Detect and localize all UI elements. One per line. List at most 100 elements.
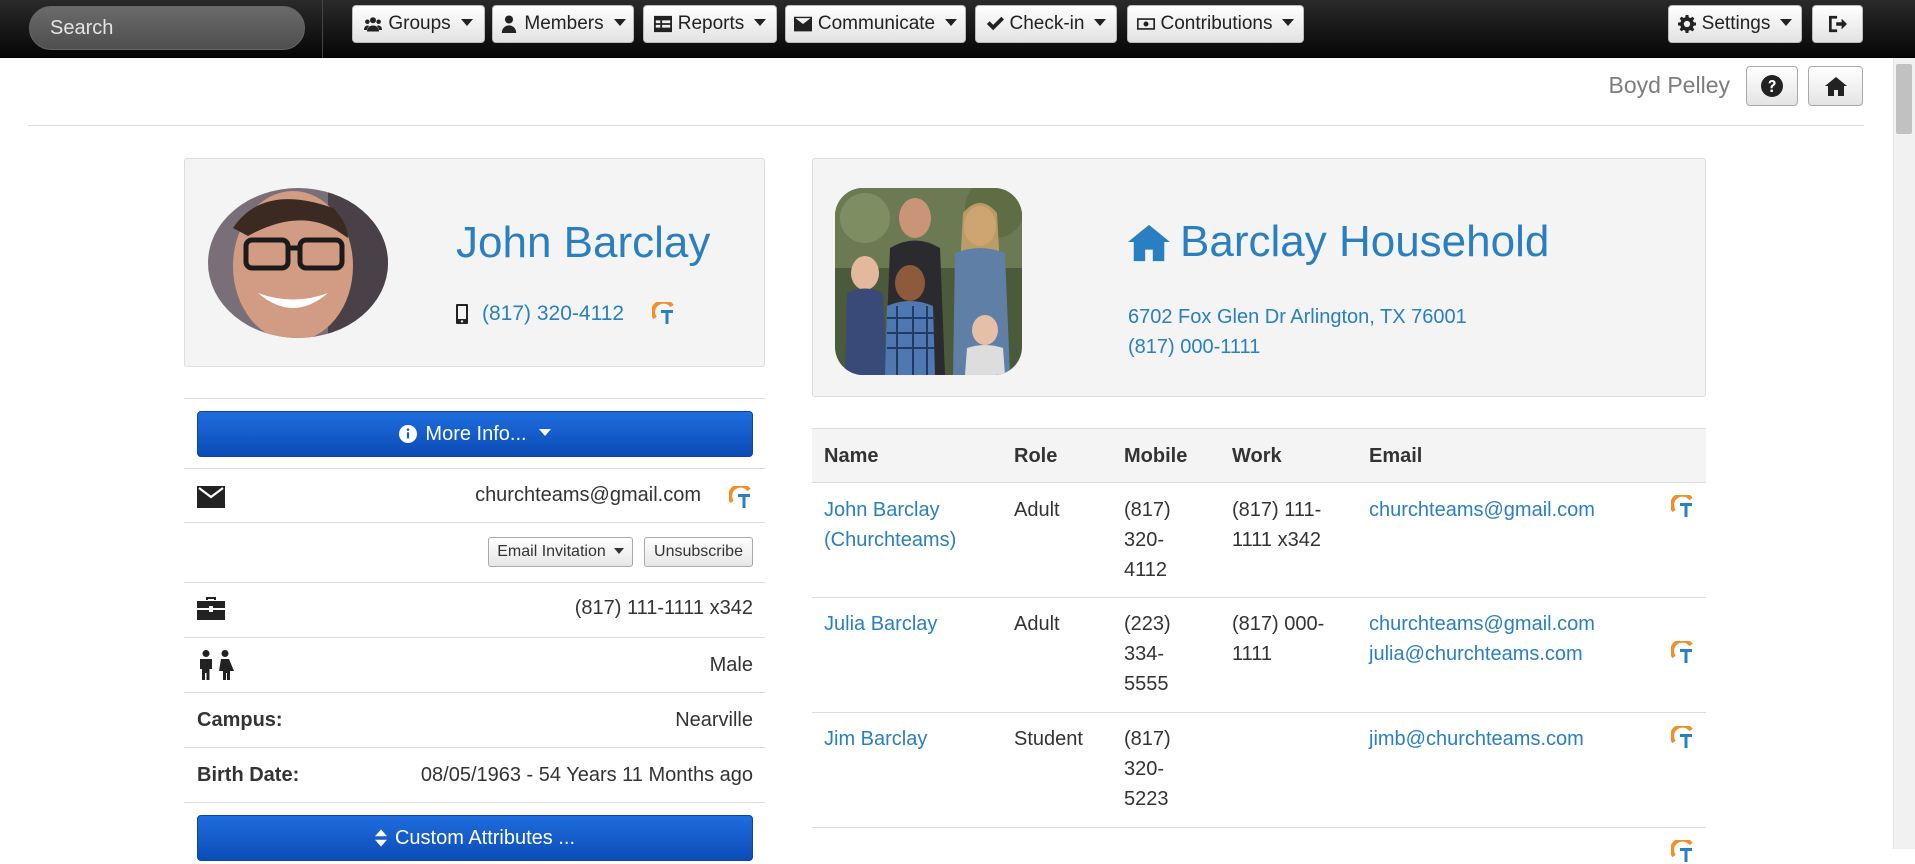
- churchteams-logo-icon[interactable]: [1671, 726, 1695, 750]
- sign-out-icon: [1828, 15, 1847, 33]
- person-campus: Nearville: [675, 709, 753, 731]
- checkin-menu-button[interactable]: Check-in: [975, 5, 1117, 43]
- section-divider: [184, 802, 765, 803]
- column-header-work: Work: [1232, 445, 1282, 467]
- household-contact: 6702 Fox Glen Dr Arlington, TX 76001 (81…: [1128, 302, 1467, 362]
- column-header-role: Role: [1014, 445, 1058, 467]
- briefcase-icon: [197, 596, 225, 625]
- member-work-phone: (817) 111- 1111 x342: [1232, 499, 1322, 551]
- gear-icon: [1677, 15, 1696, 33]
- member-role: Student: [1014, 728, 1083, 750]
- top-navbar: Search Groups Members Reports Communicat…: [0, 0, 1915, 58]
- home-icon: [1824, 77, 1847, 96]
- settings-menu-label: Settings: [1701, 13, 1771, 34]
- current-user-name[interactable]: Boyd Pelley: [1580, 72, 1730, 99]
- person-mobile: (817) 320-4112: [456, 302, 676, 326]
- chevron-down-icon: [754, 18, 767, 26]
- contributions-menu-label: Contributions: [1160, 13, 1273, 34]
- page-scrollbar-track[interactable]: [1893, 58, 1915, 849]
- chevron-down-icon: [945, 18, 958, 26]
- checkin-menu-label: Check-in: [1009, 13, 1085, 34]
- section-divider: [184, 468, 765, 469]
- churchteams-logo-icon[interactable]: [1671, 495, 1695, 519]
- member-email-link[interactable]: jimb@churchteams.com: [1369, 724, 1584, 754]
- member-email-link[interactable]: churchteams@gmail.com: [1369, 495, 1595, 525]
- section-divider: [184, 398, 765, 399]
- sort-icon: [374, 829, 387, 847]
- custom-attributes-button[interactable]: Custom Attributes ...: [197, 815, 753, 861]
- email-invitation-button[interactable]: Email Invitation: [488, 537, 633, 567]
- groups-menu-label: Groups: [388, 13, 451, 34]
- section-divider: [184, 522, 765, 523]
- question-circle-icon: [1761, 75, 1783, 97]
- member-name-link[interactable]: Jim Barclay: [824, 724, 927, 754]
- household-phone-link[interactable]: (817) 000-1111: [1128, 332, 1467, 362]
- chevron-down-icon: [1282, 18, 1295, 26]
- campus-label: Campus:: [197, 709, 283, 731]
- header-divider: [28, 125, 1864, 126]
- chevron-down-icon: [538, 428, 551, 436]
- person-photo-image: [208, 188, 388, 338]
- household-title-label: Barclay Household: [1180, 217, 1550, 266]
- envelope-icon: [197, 486, 225, 513]
- person-name: John Barclay: [456, 218, 711, 267]
- reports-menu-label: Reports: [677, 13, 745, 34]
- birth-date-label: Birth Date:: [197, 764, 300, 786]
- person-mobile-link[interactable]: (817) 320-4112: [482, 302, 624, 326]
- unsubscribe-label: Unsubscribe: [654, 543, 743, 560]
- member-email-link[interactable]: churchteams@gmail.com julia@churchteams.c…: [1369, 609, 1595, 669]
- male-female-icon: [197, 650, 235, 685]
- members-menu-button[interactable]: Members: [492, 5, 634, 43]
- reports-menu-button[interactable]: Reports: [643, 5, 777, 43]
- churchteams-logo-icon[interactable]: [1671, 840, 1695, 864]
- chevron-down-icon: [1780, 18, 1793, 26]
- search-input[interactable]: Search: [29, 6, 305, 50]
- churchteams-logo-icon[interactable]: [729, 486, 753, 510]
- user-icon: [502, 15, 517, 33]
- communicate-menu-label: Communicate: [817, 13, 936, 34]
- home-icon: [1128, 224, 1170, 262]
- person-work-phone-link[interactable]: (817) 111-1111 x342: [575, 597, 753, 620]
- household-title[interactable]: Barclay Household: [1128, 217, 1549, 267]
- navbar-divider: [322, 0, 323, 58]
- column-header-name: Name: [824, 445, 879, 467]
- household-table-header: Name Role Mobile Work Email: [812, 428, 1706, 483]
- household-address-link[interactable]: 6702 Fox Glen Dr Arlington, TX 76001: [1128, 302, 1467, 332]
- person-email-link[interactable]: churchteams@gmail.com: [475, 484, 701, 507]
- household-photo[interactable]: [835, 188, 1022, 375]
- section-divider: [184, 582, 765, 583]
- person-gender: Male: [709, 654, 753, 676]
- member-work-phone: (817) 000- 1111: [1232, 613, 1325, 665]
- churchteams-logo-icon[interactable]: [652, 302, 676, 326]
- table-row: John Barclay (Churchteams) Adult (817) 32…: [812, 483, 1706, 598]
- home-button[interactable]: [1808, 66, 1863, 106]
- chevron-down-icon: [460, 18, 473, 26]
- section-divider: [184, 747, 765, 748]
- groups-menu-button[interactable]: Groups: [352, 5, 485, 43]
- communicate-menu-button[interactable]: Communicate: [785, 5, 966, 43]
- settings-menu-button[interactable]: Settings: [1668, 5, 1802, 43]
- money-icon: [1136, 18, 1155, 30]
- contributions-menu-button[interactable]: Contributions: [1127, 5, 1304, 43]
- unsubscribe-button[interactable]: Unsubscribe: [644, 537, 753, 567]
- table-row: Jim Barclay Student (817) 320- 5223 jimb@c…: [812, 713, 1706, 828]
- member-role: Adult: [1014, 613, 1060, 635]
- envelope-icon: [793, 16, 812, 32]
- member-name-link[interactable]: John Barclay (Churchteams): [824, 495, 956, 555]
- person-photo[interactable]: [208, 188, 388, 338]
- column-header-email: Email: [1369, 445, 1423, 467]
- member-mobile: (223) 334- 5555: [1124, 613, 1171, 695]
- member-role: Adult: [1014, 499, 1060, 521]
- users-icon: [364, 17, 383, 32]
- member-name-link[interactable]: Julia Barclay: [824, 609, 937, 639]
- custom-attributes-label: Custom Attributes ...: [394, 826, 576, 849]
- page-scrollbar-thumb[interactable]: [1896, 64, 1912, 134]
- mobile-phone-icon: [456, 304, 468, 324]
- members-menu-label: Members: [524, 13, 604, 34]
- more-info-button[interactable]: More Info...: [197, 411, 753, 457]
- logout-button[interactable]: [1812, 5, 1863, 43]
- chevron-down-icon: [613, 18, 626, 26]
- help-button[interactable]: [1746, 66, 1798, 106]
- churchteams-logo-icon[interactable]: [1671, 641, 1695, 665]
- member-mobile: (817) 320- 5223: [1124, 728, 1171, 810]
